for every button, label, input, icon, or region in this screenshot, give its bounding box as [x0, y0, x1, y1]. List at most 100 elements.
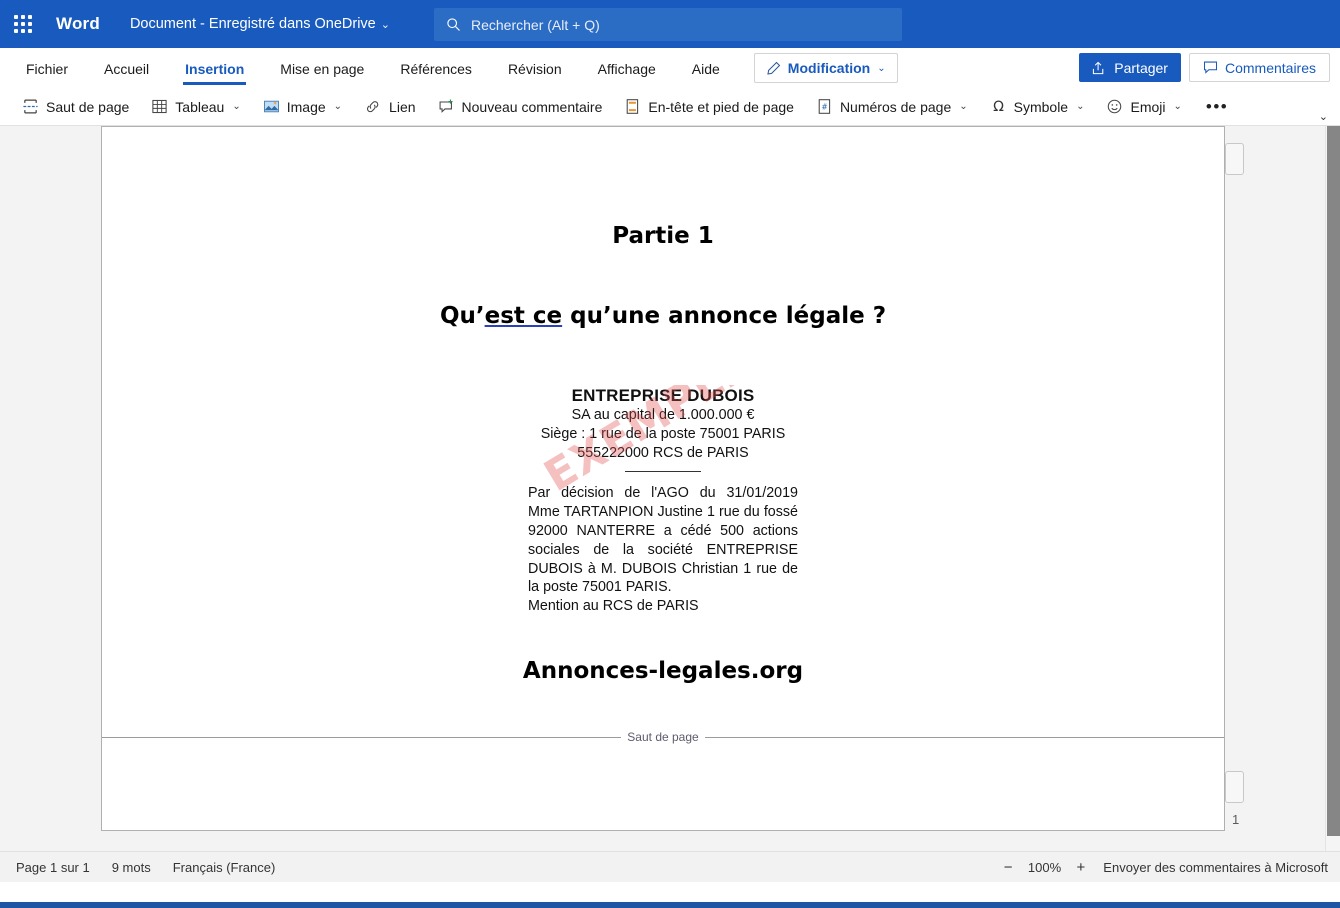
chevron-down-icon: ⌄: [877, 62, 886, 74]
document-heading-1: Partie 1: [612, 223, 714, 249]
ribbon-commands: Saut de page Tableau ⌄ Image ⌄ Lien Nouv…: [0, 88, 1340, 126]
page-side-handle-top[interactable]: [1225, 143, 1244, 175]
chevron-down-icon: ⌄: [959, 101, 968, 112]
share-button-label: Partager: [1114, 59, 1168, 76]
zoom-out-button[interactable]: −: [1004, 859, 1013, 876]
send-feedback-link[interactable]: Envoyer des commentaires à Microsoft: [1103, 860, 1328, 875]
notice-capital: SA au capital de 1.000.000 €: [571, 407, 755, 424]
new-comment-label: Nouveau commentaire: [461, 98, 603, 115]
scrollbar-thumb[interactable]: [1327, 126, 1340, 836]
tab-aide[interactable]: Aide: [679, 55, 733, 82]
vertical-scrollbar[interactable]: [1325, 126, 1340, 851]
tab-affichage[interactable]: Affichage: [585, 55, 669, 82]
ribbon-collapse-icon[interactable]: ⌄: [1319, 110, 1328, 123]
search-icon: [446, 17, 461, 32]
insert-table-label: Tableau: [175, 98, 225, 115]
page-numbers-button[interactable]: # Numéros de page ⌄: [808, 94, 976, 119]
notice-mention: Mention au RCS de PARIS: [528, 598, 699, 615]
share-button[interactable]: Partager: [1079, 53, 1181, 82]
insert-symbol-label: Symbole: [1013, 98, 1069, 115]
page-count-status[interactable]: Page 1 sur 1: [16, 860, 90, 875]
ribbon-overflow-button[interactable]: •••: [1196, 97, 1238, 117]
document-canvas[interactable]: Partie 1 Qu’est ce qu’une annonce légale…: [0, 126, 1340, 851]
heading-2-post: qu’une annonce légale ?: [562, 303, 887, 329]
document-page[interactable]: Partie 1 Qu’est ce qu’une annonce légale…: [101, 126, 1225, 831]
chevron-down-icon: ⌄: [333, 101, 343, 112]
search-input[interactable]: Rechercher (Alt + Q): [434, 8, 902, 41]
page-numbers-label: Numéros de page: [839, 98, 952, 115]
insert-symbol-button[interactable]: Ω Symbole ⌄: [982, 94, 1093, 119]
notice-rcs: 555222000 RCS de PARIS: [577, 444, 749, 461]
editing-mode-button[interactable]: Modification ⌄: [753, 53, 898, 83]
editing-mode-label: Modification: [787, 60, 871, 76]
language-status[interactable]: Français (France): [173, 860, 276, 875]
document-title[interactable]: Document - Enregistré dans OneDrive ⌄: [130, 16, 390, 32]
page-number-icon: #: [816, 98, 833, 115]
insert-page-break-label: Saut de page: [46, 98, 130, 115]
table-icon: [151, 98, 168, 115]
notice-divider: [625, 471, 701, 473]
page-break-line-left: [102, 736, 622, 738]
app-launcher-icon[interactable]: [10, 11, 36, 37]
tab-mise-en-page[interactable]: Mise en page: [267, 55, 377, 82]
document-title-label: Document - Enregistré dans OneDrive: [129, 16, 376, 32]
comments-button-label: Commentaires: [1224, 59, 1316, 76]
status-bar: Page 1 sur 1 9 mots Français (France) − …: [0, 851, 1340, 882]
insert-emoji-button[interactable]: Emoji ⌄: [1098, 94, 1189, 119]
new-comment-button[interactable]: Nouveau commentaire: [430, 94, 611, 119]
picture-icon: [263, 98, 280, 115]
emoji-icon: [1106, 98, 1123, 115]
insert-emoji-label: Emoji: [1130, 98, 1166, 115]
heading-2-underlined: est ce: [484, 303, 563, 329]
zoom-control: − 100% +: [1004, 859, 1086, 876]
page-break-line-right: [704, 736, 1224, 738]
search-placeholder: Rechercher (Alt + Q): [471, 16, 600, 33]
chevron-down-icon: ⌄: [380, 18, 390, 31]
document-footer-text: Annonces-legales.org: [522, 657, 804, 684]
word-count-status[interactable]: 9 mots: [112, 860, 151, 875]
legal-notice-image[interactable]: EXEMPLE ENTREPRISE DUBOIS SA au capital …: [528, 385, 798, 616]
page-break-marker: Saut de page: [102, 730, 1224, 744]
omega-symbol-icon: Ω: [990, 98, 1007, 115]
svg-text:#: #: [821, 103, 827, 112]
chevron-down-icon: ⌄: [1173, 101, 1182, 112]
insert-table-button[interactable]: Tableau ⌄: [143, 94, 248, 119]
comment-bubble-icon: [1203, 60, 1218, 75]
app-name: Word: [56, 14, 100, 33]
status-bar-left: Page 1 sur 1 9 mots Français (France): [0, 860, 275, 875]
insert-link-button[interactable]: Lien: [356, 94, 423, 119]
share-icon: [1092, 60, 1107, 75]
document-heading-2: Qu’est ce qu’une annonce légale ?: [102, 303, 1224, 329]
insert-image-label: Image: [286, 98, 326, 115]
tab-bar-actions: Partager Commentaires: [1079, 53, 1330, 82]
tab-accueil[interactable]: Accueil: [91, 55, 162, 82]
title-bar: Word Document - Enregistré dans OneDrive…: [0, 0, 1340, 48]
page-side-handle-bottom[interactable]: [1225, 771, 1244, 803]
header-footer-button[interactable]: En-tête et pied de page: [616, 94, 802, 119]
heading-2-pre: Qu’: [439, 303, 485, 329]
insert-image-button[interactable]: Image ⌄: [255, 94, 350, 119]
tab-revision[interactable]: Révision: [495, 55, 575, 82]
notice-siege: Siège : 1 rue de la poste 75001 PARIS: [540, 425, 786, 442]
zoom-in-button[interactable]: +: [1077, 859, 1086, 876]
link-icon: [364, 98, 382, 115]
svg-text:Ω: Ω: [993, 99, 1004, 115]
tab-references[interactable]: Références: [387, 55, 485, 82]
chevron-down-icon: ⌄: [232, 101, 241, 112]
insert-page-break-button[interactable]: Saut de page: [14, 94, 137, 119]
insert-link-label: Lien: [389, 98, 416, 115]
page-break-icon: [22, 98, 39, 115]
tab-fichier[interactable]: Fichier: [13, 55, 81, 82]
new-comment-icon: [438, 98, 455, 115]
os-taskbar-sliver: [0, 902, 1340, 908]
status-bar-right: − 100% + Envoyer des commentaires à Micr…: [1004, 859, 1328, 876]
zoom-level-value[interactable]: 100%: [1027, 860, 1063, 875]
ribbon-tab-bar: Fichier Accueil Insertion Mise en page R…: [0, 48, 1340, 88]
comments-button[interactable]: Commentaires: [1188, 53, 1330, 82]
header-footer-icon: [624, 98, 641, 115]
page-break-label: Saut de page: [621, 730, 705, 744]
tab-insertion[interactable]: Insertion: [172, 55, 257, 85]
chevron-down-icon: ⌄: [1076, 101, 1085, 112]
notice-body: Par décision de l'AGO du 31/01/2019 Mme …: [528, 485, 798, 596]
header-footer-label: En-tête et pied de page: [648, 98, 794, 115]
